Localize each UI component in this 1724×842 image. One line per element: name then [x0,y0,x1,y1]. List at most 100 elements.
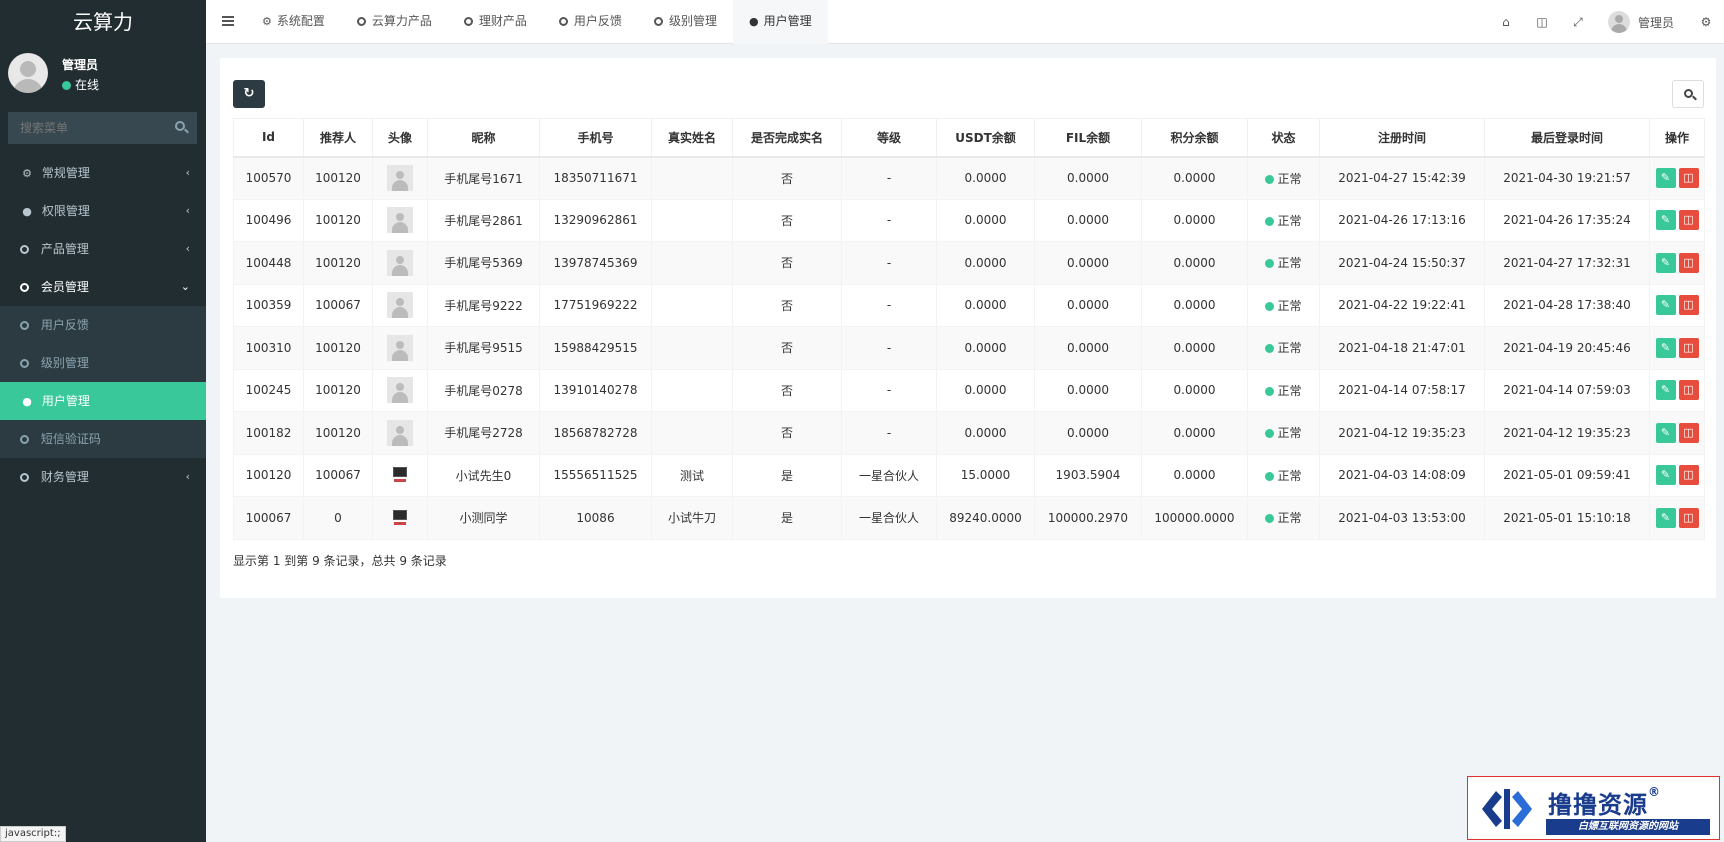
column-header[interactable]: Id [233,118,304,158]
column-header[interactable]: 推荐人 [303,118,373,158]
tab-user-feedback[interactable]: 用户反馈 [543,0,638,44]
cell-real [651,411,733,455]
column-header[interactable]: USDT余额 [936,118,1035,158]
avatar-cell [372,326,428,370]
members-submenu: 用户反馈 级别管理 ● 用户管理 短信验证码 [0,306,206,458]
cell-phone: 17751969222 [539,283,652,327]
tab-level-management[interactable]: 级别管理 [638,0,733,44]
avatar [8,53,48,93]
nav-tabs: ⚙ 系统配置 云算力产品 理财产品 用户反馈 级别管理 ● 用户管理 [246,0,828,44]
delete-button[interactable]: ◫ [1678,337,1699,358]
table-header-row: Id 推荐人 头像 昵称 手机号 真实姓名 是否完成实名 等级 USDT余额 FIL余额 积分余额状… [233,118,1705,158]
table-row: 100245 100120 手机尾号0278 13910140278 否 -0.0000 0… [233,368,1705,412]
cell-real: 测试 [651,453,733,497]
avatar-cell [372,198,428,242]
sidebar-item-finance[interactable]: 财务管理 ‹ [0,458,206,496]
avatar[interactable] [1607,11,1630,33]
trash-icon: ◫ [1683,171,1694,184]
circle-icon [20,359,29,368]
menu-search-input[interactable] [8,112,168,144]
table-row: 100359 100067 手机尾号9222 17751969222 否 -0.0000 0… [233,283,1705,327]
delete-button[interactable]: ◫ [1678,422,1699,443]
sidebar-item-members[interactable]: 会员管理 ⌄ [0,268,206,306]
status-badge: 正常 [1247,198,1320,242]
status-badge: 正常 [1247,283,1320,327]
edit-button[interactable]: ✎ [1655,252,1676,273]
cell-phone: 10086 [539,496,652,540]
edit-button[interactable]: ✎ [1655,465,1676,486]
trash-icon[interactable]: ◫ [1524,15,1560,29]
tab-user-management[interactable]: ● 用户管理 [732,0,828,44]
sidebar-item-users[interactable]: ● 用户管理 [0,382,206,420]
delete-button[interactable]: ◫ [1678,210,1699,231]
edit-button[interactable]: ✎ [1655,422,1676,443]
column-header[interactable]: 是否完成实名 [732,118,842,158]
refresh-button[interactable]: ↻ [233,80,265,108]
edit-button[interactable]: ✎ [1655,380,1676,401]
fullscreen-icon[interactable]: ⤢ [1560,15,1596,30]
column-header[interactable]: FIL余额 [1034,118,1142,158]
cell-verified: 否 [732,326,842,370]
column-header[interactable]: 真实姓名 [651,118,733,158]
column-header[interactable]: 头像 [372,118,428,158]
home-icon[interactable]: ⌂ [1488,15,1524,29]
column-header[interactable]: 操作 [1649,118,1705,158]
watermark-logo: 撸撸资源® 白嫖互联网资源的网站 [1467,776,1720,840]
edit-button[interactable]: ✎ [1655,507,1676,528]
delete-button[interactable]: ◫ [1678,380,1699,401]
column-header[interactable]: 积分余额 [1141,118,1248,158]
cell-points: 0.0000 [1141,326,1248,370]
cell-nick: 小测同学 [427,496,540,540]
delete-button[interactable]: ◫ [1678,465,1699,486]
column-header[interactable]: 最后登录时间 [1484,118,1650,158]
edit-button[interactable]: ✎ [1655,210,1676,231]
cell-verified: 否 [732,198,842,242]
column-header[interactable]: 等级 [841,118,937,158]
cell-id: 100570 [233,156,304,200]
user-name: 管理员 [62,58,99,72]
cell-id: 100448 [233,241,304,285]
avatar [392,466,408,484]
pencil-icon: ✎ [1660,510,1671,524]
tab-finance-products[interactable]: 理财产品 [448,0,543,44]
table-row: 100310 100120 手机尾号9515 15988429515 否 -0.0000 0… [233,326,1705,370]
sidebar-item-products[interactable]: 产品管理 ‹ [0,230,206,268]
cell-usdt: 0.0000 [936,283,1035,327]
settings-icon[interactable]: ⚙ [1688,15,1724,29]
column-header[interactable]: 注册时间 [1319,118,1485,158]
sidebar-item-feedback[interactable]: 用户反馈 [0,306,206,344]
search-button[interactable] [1672,80,1704,108]
cell-id: 100245 [233,368,304,412]
sidebar-item-levels[interactable]: 级别管理 [0,344,206,382]
trash-icon: ◫ [1683,340,1694,354]
search-icon[interactable] [175,121,185,131]
sidebar-item-permissions[interactable]: ● 权限管理 ‹ [0,192,206,230]
tab-cloud-products[interactable]: 云算力产品 [341,0,448,44]
column-header[interactable]: 手机号 [539,118,652,158]
trash-icon: ◫ [1683,425,1694,439]
hamburger-menu-icon[interactable] [222,16,234,26]
tab-system-config[interactable]: ⚙ 系统配置 [246,0,341,44]
column-header[interactable]: 昵称 [427,118,540,158]
delete-button[interactable]: ◫ [1678,295,1699,316]
sidebar-item-general[interactable]: ⚙ 常规管理 ‹ [0,154,206,192]
edit-button[interactable]: ✎ [1655,337,1676,358]
column-header[interactable]: 状态 [1247,118,1320,158]
edit-button[interactable]: ✎ [1655,295,1676,316]
cell-real: 小试牛刀 [651,496,733,540]
cell-ref: 100067 [303,283,373,327]
delete-button[interactable]: ◫ [1678,168,1699,188]
delete-button[interactable]: ◫ [1678,252,1699,273]
sidebar-item-sms-codes[interactable]: 短信验证码 [0,420,206,458]
brand-logo[interactable]: 云算力 [0,0,206,44]
edit-button[interactable]: ✎ [1655,168,1676,188]
top-user-name[interactable]: 管理员 [1638,14,1674,31]
cell-nick: 手机尾号9515 [427,326,540,370]
cell-last: 2021-05-01 15:10:18 [1484,496,1650,540]
delete-button[interactable]: ◫ [1678,507,1699,528]
cell-ref: 100120 [303,368,373,412]
row-actions: ✎ ◫ [1649,283,1705,327]
status-dot-icon [1265,301,1275,311]
avatar-cell [372,283,428,327]
cell-usdt: 89240.0000 [936,496,1035,540]
